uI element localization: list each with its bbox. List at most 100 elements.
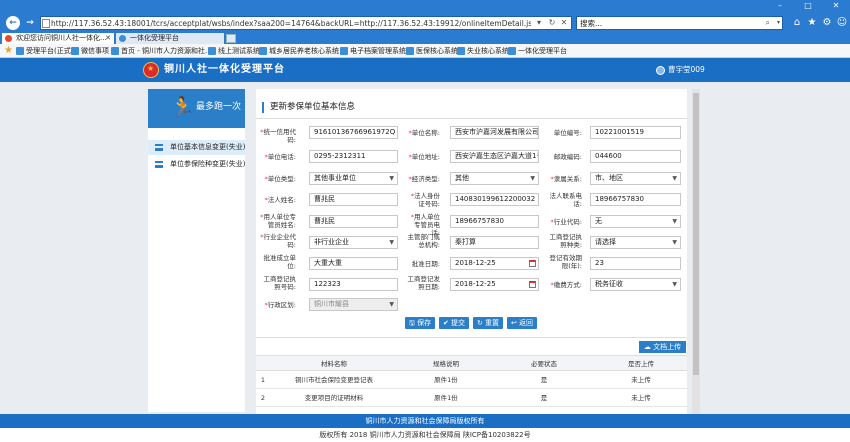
- table-row[interactable]: 1 铜川市社会保险变更登记表 原件1份 是 未上传: [256, 372, 687, 389]
- favorite-link[interactable]: 微信事项: [70, 44, 109, 58]
- credit-code-field[interactable]: 91610136766961972Q: [309, 126, 398, 139]
- legal-contact-field[interactable]: 18966757830: [590, 193, 681, 206]
- hr-phone-field[interactable]: 18966757830: [450, 215, 539, 228]
- district-select[interactable]: 铜川市耀县 ▼: [309, 298, 398, 311]
- favorites-star-icon[interactable]: ★: [4, 45, 13, 57]
- biz-date-label: 工商登记发照日期:: [407, 275, 441, 291]
- unit-type-label: *单位类型:: [264, 175, 296, 183]
- legal-contact-label: 法人联系电话:: [549, 192, 583, 208]
- favorite-link[interactable]: 城乡居民养老核心系统: [258, 44, 339, 58]
- legal-id-field[interactable]: 140830199612200032: [450, 193, 539, 206]
- username[interactable]: 曹宇莹009: [668, 64, 705, 76]
- econ-type-select[interactable]: 其他 ▼: [450, 172, 539, 185]
- biz-no-field[interactable]: 122323: [309, 278, 398, 291]
- favorite-link[interactable]: 受理平台(正式): [15, 44, 73, 58]
- hr-name-field[interactable]: 曹兆民: [309, 215, 398, 228]
- smiley-icon[interactable]: ☺: [836, 17, 848, 29]
- submit-button[interactable]: ✔ 提交: [439, 317, 469, 329]
- favorite-link[interactable]: 首页 - 铜川市人力资源和社...: [110, 44, 212, 58]
- emblem-logo: [143, 62, 159, 78]
- valid-years-field[interactable]: 23: [590, 257, 681, 270]
- forward-arrow-icon[interactable]: →: [23, 16, 37, 30]
- credit-code-label: *统一信用代码:: [260, 128, 296, 144]
- back-arrow-icon[interactable]: ←: [6, 16, 20, 30]
- upload-button[interactable]: ☁ 文档上传: [639, 341, 686, 353]
- table-row[interactable]: 2 变更项目的证明材料 原件1份 是 未上传: [256, 390, 687, 407]
- close-icon[interactable]: ✕: [558, 17, 570, 29]
- tab-bar: 欢迎您访问铜川人社一体化... ✕ 一体化受理平台: [0, 32, 850, 44]
- biz-org-select[interactable]: 请选择 ▼: [590, 236, 681, 249]
- pay-method-select[interactable]: 税务征收 ▼: [590, 278, 681, 291]
- affiliation-select[interactable]: 市、地区 ▼: [590, 172, 681, 185]
- tab-label: 一体化受理平台: [130, 34, 179, 42]
- search-dropdown-icon[interactable]: ▾: [777, 17, 780, 29]
- column-header: 规格说明: [433, 360, 459, 368]
- minimize-button[interactable]: –: [766, 0, 794, 12]
- favorite-link[interactable]: 医保核心系统: [405, 44, 458, 58]
- new-tab-button[interactable]: [226, 34, 236, 43]
- refresh-icon[interactable]: ↻: [546, 17, 558, 29]
- sidebar: 🏃 最多跑一次 单位基本信息变更(失业) 单位参保险种变更(失业): [148, 89, 245, 412]
- row-number: 1: [260, 376, 266, 384]
- footer-icp: 版权所有 2018 铜川市人力资源和社会保障局 陕ICP备10203822号: [0, 428, 850, 442]
- running-person-icon: 🏃: [170, 95, 195, 119]
- unit-phone-field[interactable]: 0295-2312311: [309, 150, 398, 163]
- address-url[interactable]: http://117.36.52.43:18001/tcrs/acceptpla…: [51, 18, 531, 29]
- material-name: 变更项目的证明材料: [304, 394, 364, 402]
- sidebar-item-basic-info[interactable]: 单位基本信息变更(失业): [148, 140, 245, 155]
- section-accent: [262, 102, 264, 113]
- pay-method-label: *缴费方式:: [550, 281, 582, 289]
- reset-button[interactable]: ↻ 重置: [473, 317, 503, 329]
- industry-type-label: *行业企业代码:: [260, 233, 296, 249]
- favorite-link[interactable]: 线上测试系统: [207, 44, 260, 58]
- search-placeholder: 搜索...: [580, 19, 603, 28]
- column-header: 必要状态: [531, 360, 557, 368]
- industry-type-select[interactable]: 非行业企业 ▼: [309, 236, 398, 249]
- approve-date-field[interactable]: 2018-12-25: [450, 257, 539, 270]
- unit-type-select[interactable]: 其他事业单位 ▼: [309, 172, 398, 185]
- unit-phone-label: *单位电话:: [264, 153, 296, 161]
- maximize-button[interactable]: □: [794, 0, 822, 12]
- sidebar-item-label: 单位参保险种变更(失业): [170, 160, 246, 168]
- search-box[interactable]: 搜索... ⌕ ▾: [576, 16, 783, 30]
- unit-address-field[interactable]: 西安沪嘉生态区沪嘉大道1号: [450, 150, 539, 163]
- dropdown-icon[interactable]: ▾: [533, 17, 545, 29]
- page-icon: [119, 35, 126, 42]
- gear-icon[interactable]: ⚙: [821, 17, 833, 29]
- approver-field[interactable]: 大重大重: [309, 257, 398, 270]
- search-icon[interactable]: ⌕: [766, 17, 770, 29]
- favorites-star-icon[interactable]: ★: [806, 17, 818, 29]
- sidebar-item-insurance[interactable]: 单位参保险种变更(失业): [148, 157, 245, 172]
- scrollbar-thumb[interactable]: [693, 93, 699, 375]
- close-window-button[interactable]: ✕: [822, 0, 850, 12]
- page-icon: [42, 19, 50, 28]
- authority-field[interactable]: 秦打算: [450, 236, 539, 249]
- favorite-link[interactable]: 电子档案管理系统: [339, 44, 406, 58]
- tab-platform[interactable]: 一体化受理平台: [116, 33, 224, 44]
- address-bar[interactable]: http://117.36.52.43:18001/tcrs/acceptpla…: [40, 16, 572, 30]
- authority-label: 主管部门或总机构:: [407, 233, 441, 249]
- approver-label: 批准成立单位:: [263, 254, 297, 270]
- table-header: 材料名称 规格说明 必要状态 是否上传: [256, 355, 687, 371]
- tab-welcome[interactable]: 欢迎您访问铜川人社一体化... ✕: [2, 33, 114, 44]
- unit-no-field[interactable]: 10221001519: [590, 126, 681, 139]
- back-button[interactable]: ↩ 返回: [507, 317, 537, 329]
- valid-years-label: 登记有效期限(年):: [549, 254, 583, 270]
- postcode-field[interactable]: 044600: [590, 150, 681, 163]
- legal-name-field[interactable]: 曹兆民: [309, 193, 398, 206]
- scrollbar[interactable]: [692, 89, 700, 414]
- spec: 原件1份: [434, 394, 458, 402]
- save-button[interactable]: 🖫 保存: [405, 317, 435, 329]
- home-icon[interactable]: ⌂: [791, 17, 803, 29]
- favorite-link[interactable]: 一体化受理平台: [507, 44, 567, 58]
- close-icon[interactable]: ✕: [105, 33, 111, 44]
- app-header: 铜川人社一体化受理平台 曹宇莹009: [0, 58, 850, 82]
- postcode-label: 邮政编码:: [553, 153, 582, 161]
- biz-date-field[interactable]: 2018-12-25: [450, 278, 539, 291]
- unit-name-field[interactable]: 西安市沪嘉河发展有限公司: [450, 126, 539, 139]
- chevron-down-icon: ▼: [389, 301, 394, 308]
- industry-code-select[interactable]: 无 ▼: [590, 215, 681, 228]
- ie-page-icon: [5, 35, 12, 42]
- favorites-bar: ★ 受理平台(正式) 微信事项 首页 - 铜川市人力资源和社... 线上测试系统…: [0, 44, 850, 58]
- favorite-link[interactable]: 失业核心系统: [456, 44, 509, 58]
